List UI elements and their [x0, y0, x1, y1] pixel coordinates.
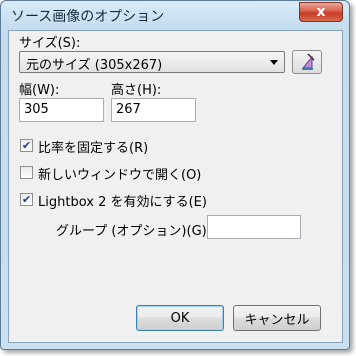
- ruler-triangle-icon: [301, 53, 315, 70]
- group-input[interactable]: [207, 215, 301, 239]
- close-button[interactable]: x: [299, 2, 343, 22]
- height-label: 高さ(H):: [111, 83, 162, 98]
- window-title: ソース画像のオプション: [11, 9, 165, 25]
- lightbox-checkbox[interactable]: ✔: [20, 193, 33, 206]
- size-tool-button[interactable]: [292, 50, 322, 74]
- size-label: サイズ(S):: [19, 36, 81, 51]
- chevron-down-icon: [270, 60, 278, 65]
- dialog-window: ソース画像のオプション x サイズ(S): 元のサイズ (305x267) 幅(…: [0, 0, 350, 350]
- open-new-window-checkbox[interactable]: [20, 166, 33, 179]
- height-input[interactable]: 267: [111, 98, 196, 122]
- width-label: 幅(W):: [19, 83, 60, 98]
- size-select-value: 元のサイズ (305x267): [26, 58, 163, 73]
- group-label: グループ (オプション)(G):: [56, 224, 212, 239]
- dialog-content: [8, 30, 343, 343]
- keep-ratio-label: 比率を固定する(R): [38, 141, 149, 156]
- keep-ratio-checkbox[interactable]: ✔: [20, 139, 33, 152]
- cancel-button[interactable]: キャンセル: [233, 305, 321, 331]
- ok-button[interactable]: OK: [136, 305, 224, 331]
- close-icon: x: [316, 4, 326, 20]
- size-select[interactable]: 元のサイズ (305x267): [19, 51, 285, 73]
- width-input[interactable]: 305: [19, 98, 104, 122]
- lightbox-label: Lightbox 2 を有効にする(E): [38, 195, 207, 210]
- open-new-window-label: 新しいウィンドウで開く(O): [38, 168, 202, 183]
